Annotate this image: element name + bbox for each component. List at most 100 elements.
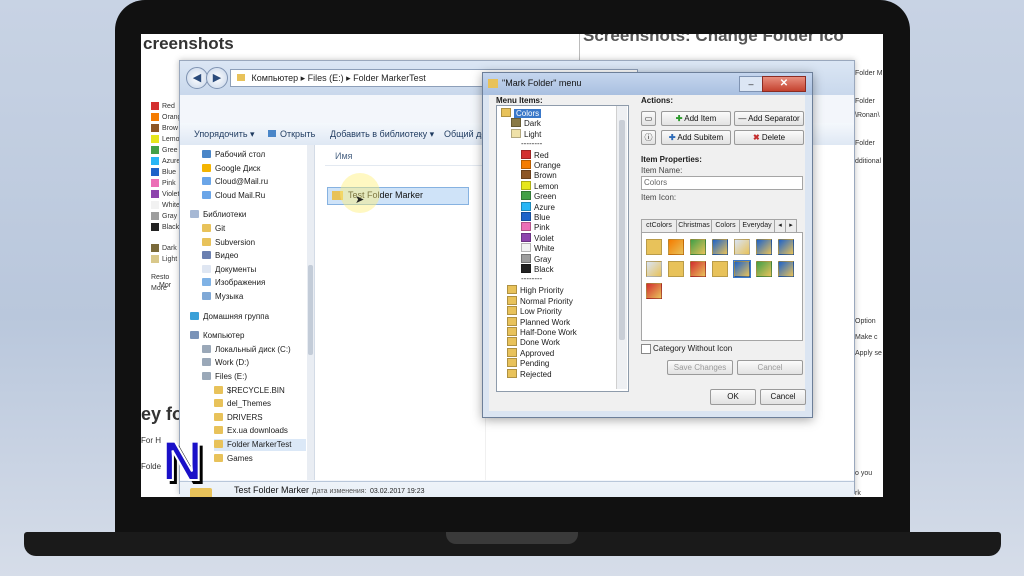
column-header-name[interactable]: Имя xyxy=(335,151,353,161)
tree-node[interactable]: Red xyxy=(521,149,549,160)
address-segment-drive[interactable]: Files (E:) xyxy=(308,73,344,83)
tree-node[interactable]: Rejected xyxy=(507,368,552,379)
tree-node[interactable]: Orange xyxy=(521,160,561,170)
tree-node[interactable]: Green xyxy=(521,191,556,201)
nav-item[interactable]: Компьютер xyxy=(190,330,244,342)
menu-items-tree[interactable]: Colors Dark Light -------- Red Orange Brown Lem… xyxy=(496,105,629,392)
folder-icon-option[interactable] xyxy=(778,261,794,277)
share-button[interactable]: Общий до xyxy=(444,129,486,139)
nav-item[interactable]: Видео xyxy=(202,250,238,262)
close-button[interactable]: ✕ xyxy=(762,76,806,92)
tab-scroll-right-icon[interactable]: ▸ xyxy=(785,219,797,233)
folder-icon xyxy=(202,224,211,232)
tree-node[interactable]: Colors xyxy=(501,108,542,118)
category-without-icon-checkbox[interactable] xyxy=(641,344,651,354)
nav-item[interactable]: Изображения xyxy=(202,277,265,289)
nav-item[interactable]: Google Диск xyxy=(202,163,260,175)
tree-node[interactable]: Blue xyxy=(521,212,550,222)
tree-node[interactable]: Light xyxy=(511,128,541,139)
folder-icon-option[interactable] xyxy=(690,239,706,255)
icon-tab-everyday[interactable]: Everyday xyxy=(739,219,775,233)
add-subitem-button[interactable]: ✚ Add Subitem xyxy=(661,130,731,145)
tree-scrollbar-thumb[interactable] xyxy=(619,120,625,340)
tree-scrollbar[interactable] xyxy=(616,106,627,389)
folder-icon-option[interactable] xyxy=(646,261,662,277)
tree-node[interactable]: Low Priority xyxy=(507,306,562,316)
folder-icon-option[interactable] xyxy=(668,239,684,255)
add-to-library-button[interactable]: Добавить в библиотеку ▾ xyxy=(330,129,434,140)
cancel-button[interactable]: Cancel xyxy=(760,389,806,405)
address-segment-folder[interactable]: Folder MarkerTest xyxy=(353,73,426,83)
icon-gallery[interactable] xyxy=(641,232,803,341)
tree-node[interactable]: Pink xyxy=(521,222,550,232)
nav-item[interactable]: Ex.ua downloads xyxy=(214,425,288,437)
move-up-button[interactable]: ▭ xyxy=(641,111,656,126)
folder-icon-option[interactable] xyxy=(646,239,662,255)
delete-button[interactable]: ✖ Delete xyxy=(734,130,804,145)
cancel-changes-button[interactable]: Cancel xyxy=(737,360,803,375)
add-item-button[interactable]: ✚ Add Item xyxy=(661,111,731,126)
organize-button[interactable]: Упорядочить ▾ xyxy=(194,129,255,140)
tree-node[interactable]: -------- xyxy=(521,274,542,284)
icon-tab-christmas[interactable]: Christmas xyxy=(676,219,712,233)
minimize-button[interactable]: – xyxy=(739,76,763,92)
folder-icon-option[interactable] xyxy=(756,261,772,277)
nav-item[interactable]: Домашняя группа xyxy=(190,311,269,323)
tree-node-label: Rejected xyxy=(520,369,552,379)
tree-node[interactable]: Azure xyxy=(521,201,555,212)
folder-icon-option[interactable] xyxy=(734,239,750,255)
tree-node[interactable]: Done Work xyxy=(507,337,560,347)
ok-button[interactable]: OK xyxy=(710,389,756,405)
tree-node[interactable]: Gray xyxy=(521,253,551,264)
folder-icon-option[interactable] xyxy=(733,260,751,278)
nav-item[interactable]: Files (E:) xyxy=(202,371,247,383)
nav-item[interactable]: Folder MarkerTest xyxy=(214,439,306,451)
tree-node[interactable]: Lemon xyxy=(521,180,558,191)
folder-icon-option[interactable] xyxy=(756,239,772,255)
nav-item[interactable]: Документы xyxy=(202,264,256,276)
tree-node[interactable]: High Priority xyxy=(507,285,564,295)
tree-node[interactable]: Black xyxy=(521,264,554,274)
open-button[interactable]: Открыть xyxy=(268,129,315,139)
nav-item[interactable]: Рабочий стол xyxy=(202,149,265,161)
icon-tab-colors[interactable]: Colors xyxy=(711,219,740,233)
nav-item[interactable]: Cloud Mail.Ru xyxy=(202,190,265,202)
nav-item[interactable]: Work (D:) xyxy=(202,357,249,369)
tree-node[interactable]: Brown xyxy=(521,170,557,180)
folder-icon-option[interactable] xyxy=(646,283,662,299)
back-arrow-icon[interactable]: ◀ xyxy=(186,67,208,89)
details-modified-value: 03.02.2017 19:23 xyxy=(370,488,425,495)
nav-item[interactable]: Музыка xyxy=(202,291,243,303)
tree-node[interactable]: Normal Priority xyxy=(507,295,573,306)
save-changes-button[interactable]: Save Changes xyxy=(667,360,733,375)
nav-item[interactable]: DRIVERS xyxy=(214,412,263,424)
nav-item[interactable]: Cloud@Mail.ru xyxy=(202,176,268,188)
folder-icon-option[interactable] xyxy=(690,261,706,277)
info-button[interactable]: ⓘ xyxy=(641,130,656,145)
tree-node[interactable]: White xyxy=(521,243,554,253)
nav-item[interactable]: Локальный диск (C:) xyxy=(202,344,291,356)
nav-item[interactable]: $RECYCLE.BIN xyxy=(214,385,285,397)
icon-tab-ctcolors[interactable]: ctColors xyxy=(641,219,677,233)
tree-node[interactable]: Pending xyxy=(507,358,549,368)
tree-node[interactable]: Approved xyxy=(507,347,554,358)
folder-icon-option[interactable] xyxy=(778,239,794,255)
nav-item[interactable]: Библиотеки xyxy=(190,209,246,221)
address-segment-computer[interactable]: Компьютер xyxy=(252,73,299,83)
tree-node[interactable]: Violet xyxy=(521,232,554,243)
forward-arrow-icon[interactable]: ▶ xyxy=(206,67,228,89)
tree-node[interactable]: -------- xyxy=(521,139,542,149)
nav-item[interactable]: Subversion xyxy=(202,237,255,249)
nav-scrollbar-thumb[interactable] xyxy=(308,265,313,355)
item-name-input[interactable]: Colors xyxy=(641,176,803,190)
folder-icon-option[interactable] xyxy=(668,261,684,277)
add-separator-button[interactable]: — Add Separator xyxy=(734,111,804,126)
folder-icon-option[interactable] xyxy=(712,239,728,255)
nav-item[interactable]: del_Themes xyxy=(214,398,271,410)
tree-node[interactable]: Half-Done Work xyxy=(507,327,577,337)
nav-item[interactable]: Git xyxy=(202,223,225,235)
tree-node[interactable]: Dark xyxy=(511,118,541,128)
nav-scrollbar[interactable] xyxy=(307,145,314,480)
tree-node[interactable]: Planned Work xyxy=(507,316,570,327)
folder-icon-option[interactable] xyxy=(712,261,728,277)
